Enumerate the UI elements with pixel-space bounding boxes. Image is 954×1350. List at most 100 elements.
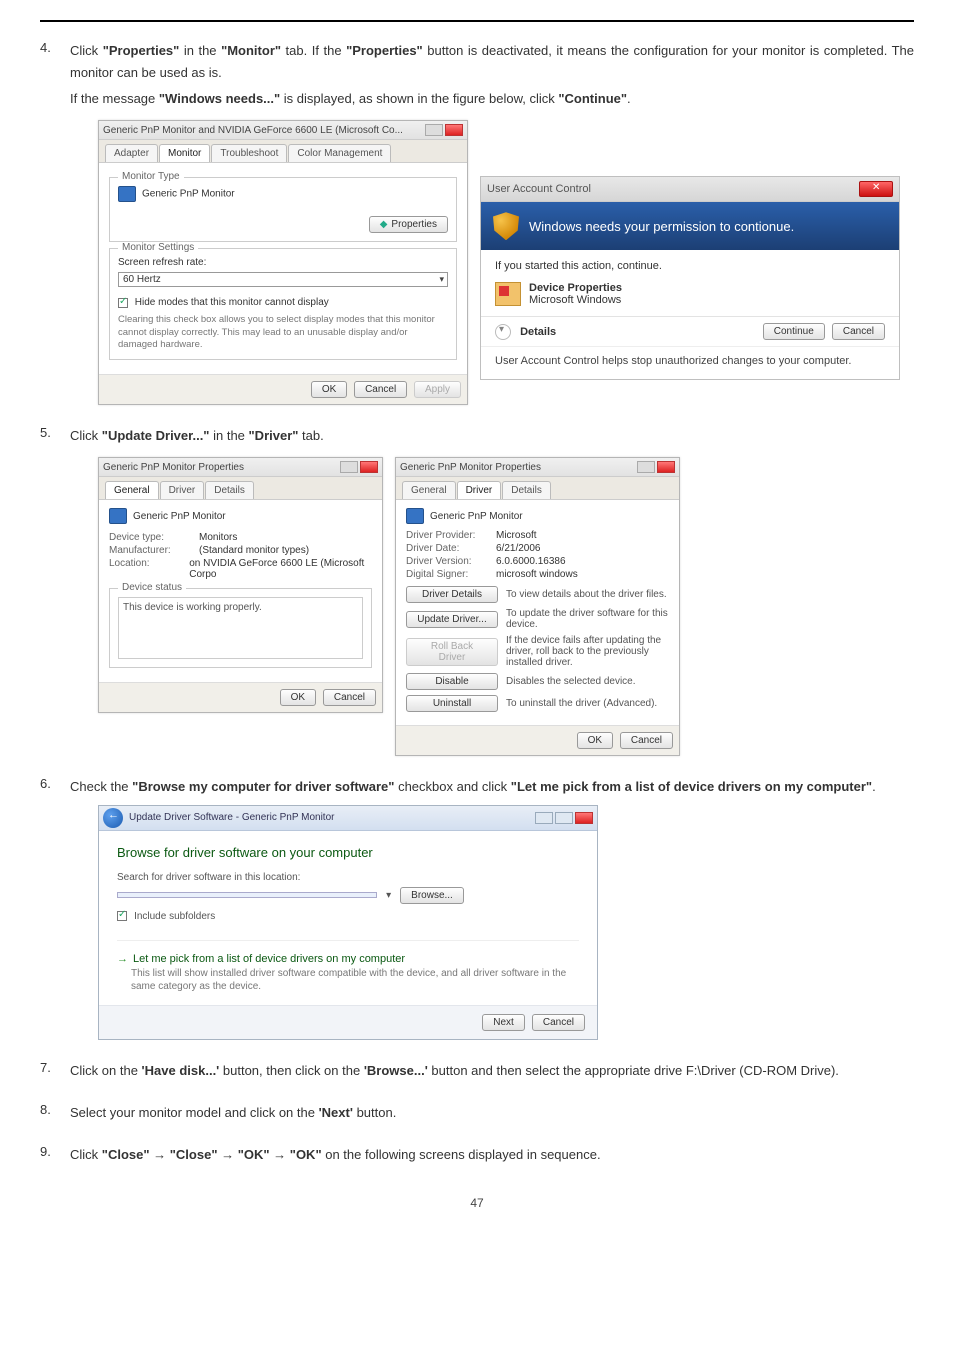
digital-signer-label: Digital Signer: [406, 569, 496, 580]
disable-button[interactable]: Disable [406, 673, 498, 690]
apply-button[interactable]: Apply [414, 381, 461, 398]
browse-button[interactable]: Browse... [400, 887, 464, 904]
step-4-text: Click "Properties" in the "Monitor" tab.… [70, 40, 914, 84]
window-title: Generic PnP Monitor and NVIDIA GeForce 6… [103, 125, 403, 136]
wizard-heading: Browse for driver software on your compu… [117, 845, 579, 860]
maximize-icon[interactable] [555, 812, 573, 824]
cancel-button[interactable]: Cancel [354, 381, 407, 398]
wizard-title: Update Driver Software - Generic PnP Mon… [129, 812, 334, 823]
location-label: Location: [109, 558, 189, 580]
step-9-text: Click "Close" → "Close" → "OK" → "OK" on… [70, 1144, 914, 1166]
refresh-rate-select[interactable]: 60 Hertz [118, 272, 448, 287]
tab-adapter[interactable]: Adapter [105, 144, 158, 162]
properties-button[interactable]: ◆Properties [369, 216, 448, 233]
manufacturer-value: (Standard monitor types) [199, 545, 309, 556]
driver-provider-label: Driver Provider: [406, 530, 496, 541]
uac-started-text: If you started this action, continue. [495, 260, 885, 272]
uninstall-desc: To uninstall the driver (Advanced). [506, 698, 669, 709]
include-subfolders-checkbox[interactable] [117, 911, 127, 921]
include-subfolders-label: Include subfolders [134, 911, 215, 922]
disable-desc: Disables the selected device. [506, 676, 669, 687]
tab-driver[interactable]: Driver [160, 481, 205, 499]
arrow-right-icon: → [117, 953, 128, 965]
device-type-label: Device type: [109, 532, 199, 543]
back-arrow-icon[interactable] [103, 808, 123, 828]
chevron-down-icon[interactable] [495, 324, 511, 340]
tab-details[interactable]: Details [502, 481, 551, 499]
let-me-pick-description: This list will show installed driver sof… [131, 967, 579, 993]
minimize-icon[interactable] [637, 461, 655, 473]
next-button[interactable]: Next [482, 1014, 525, 1031]
tab-general[interactable]: General [105, 481, 159, 499]
monitor-icon [406, 508, 424, 524]
device-status-legend: Device status [118, 582, 186, 593]
driver-date-value: 6/21/2006 [496, 543, 541, 554]
step-5-text: Click "Update Driver..." in the "Driver"… [70, 425, 914, 447]
minimize-icon[interactable] [425, 124, 443, 136]
cancel-button[interactable]: Cancel [620, 732, 673, 749]
properties-driver-window: Generic PnP Monitor Properties General D… [395, 457, 680, 756]
step-8-text: Select your monitor model and click on t… [70, 1102, 914, 1124]
ok-button[interactable]: OK [311, 381, 347, 398]
driver-version-value: 6.0.6000.16386 [496, 556, 566, 567]
uac-title: User Account Control [487, 183, 591, 195]
tab-troubleshoot[interactable]: Troubleshoot [211, 144, 287, 162]
device-status-text: This device is working properly. [118, 597, 363, 659]
tab-details[interactable]: Details [205, 481, 254, 499]
clearing-note: Clearing this check box allows you to se… [118, 314, 448, 351]
monitor-settings-legend: Monitor Settings [118, 242, 198, 253]
hide-modes-checkbox[interactable] [118, 298, 128, 308]
ok-button[interactable]: OK [280, 689, 316, 706]
device-heading: Generic PnP Monitor [133, 511, 226, 522]
step-6-number: 6. [40, 776, 51, 791]
step-7-number: 7. [40, 1060, 51, 1075]
driver-details-button[interactable]: Driver Details [406, 586, 498, 603]
cancel-button[interactable]: Cancel [323, 689, 376, 706]
window-title: Generic PnP Monitor Properties [103, 462, 244, 473]
step-4-text-2: If the message "Windows needs..." is dis… [70, 88, 914, 110]
cancel-button[interactable]: Cancel [832, 323, 885, 340]
roll-back-driver-button[interactable]: Roll Back Driver [406, 638, 498, 666]
step-6-text: Check the "Browse my computer for driver… [70, 776, 914, 798]
uac-details-label[interactable]: Details [520, 326, 556, 338]
let-me-pick-option[interactable]: →Let me pick from a list of device drive… [117, 953, 579, 965]
digital-signer-value: microsoft windows [496, 569, 578, 580]
update-driver-button[interactable]: Update Driver... [406, 611, 498, 628]
window-title: Generic PnP Monitor Properties [400, 462, 541, 473]
minimize-icon[interactable] [535, 812, 553, 824]
driver-version-label: Driver Version: [406, 556, 496, 567]
monitor-icon [109, 508, 127, 524]
close-icon[interactable] [575, 812, 593, 824]
driver-provider-value: Microsoft [496, 530, 537, 541]
monitor-type-legend: Monitor Type [118, 171, 184, 182]
monitor-properties-window: Generic PnP Monitor and NVIDIA GeForce 6… [98, 120, 468, 405]
close-icon[interactable] [859, 181, 893, 197]
uac-microsoft-windows: Microsoft Windows [529, 294, 622, 306]
shield-icon [493, 212, 519, 240]
tab-monitor[interactable]: Monitor [159, 144, 210, 162]
driver-path-input[interactable] [117, 892, 377, 898]
step-5-number: 5. [40, 425, 51, 440]
device-icon [495, 282, 521, 306]
tab-color-management[interactable]: Color Management [288, 144, 391, 162]
step-8-number: 8. [40, 1102, 51, 1117]
driver-date-label: Driver Date: [406, 543, 496, 554]
roll-back-driver-desc: If the device fails after updating the d… [506, 635, 669, 668]
cancel-button[interactable]: Cancel [532, 1014, 585, 1031]
location-value: on NVIDIA GeForce 6600 LE (Microsoft Cor… [189, 558, 372, 580]
refresh-rate-label: Screen refresh rate: [118, 257, 448, 268]
device-heading: Generic PnP Monitor [430, 511, 523, 522]
uac-banner-text: Windows needs your permission to contion… [529, 219, 794, 234]
close-icon[interactable] [445, 124, 463, 136]
continue-button[interactable]: Continue [763, 323, 825, 340]
uac-window: User Account Control Windows needs your … [480, 176, 900, 380]
driver-details-desc: To view details about the driver files. [506, 589, 669, 600]
close-icon[interactable] [360, 461, 378, 473]
tab-driver[interactable]: Driver [457, 481, 502, 499]
close-icon[interactable] [657, 461, 675, 473]
step-4-number: 4. [40, 40, 51, 55]
uninstall-button[interactable]: Uninstall [406, 695, 498, 712]
minimize-icon[interactable] [340, 461, 358, 473]
tab-general[interactable]: General [402, 481, 456, 499]
ok-button[interactable]: OK [577, 732, 613, 749]
